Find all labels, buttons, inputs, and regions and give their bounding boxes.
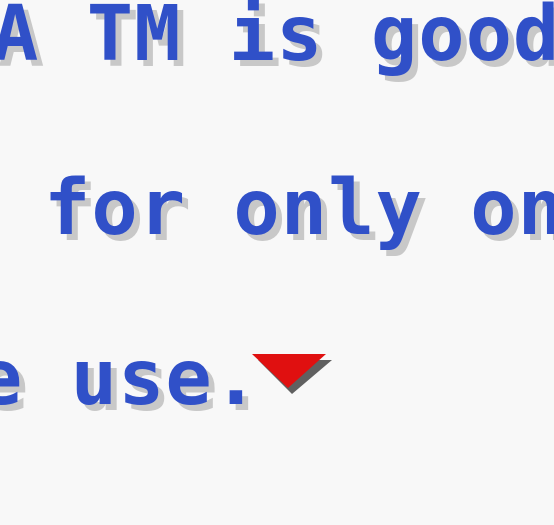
dialog-line-3: e use. — [0, 334, 261, 423]
dialog-box[interactable]: A TM is good for only one e use. — [0, 0, 554, 525]
dialog-line-1: A TM is good — [0, 0, 554, 79]
down-triangle-icon[interactable] — [250, 354, 334, 396]
dialog-line-2: for only one — [44, 164, 554, 253]
